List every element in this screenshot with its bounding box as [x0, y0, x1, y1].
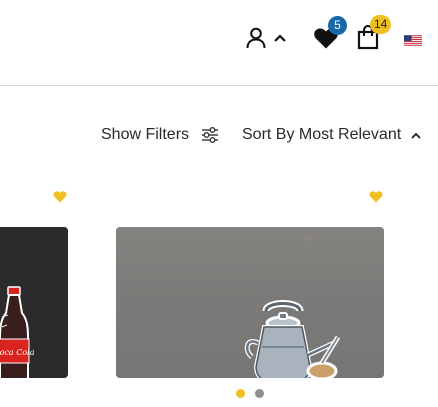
- carousel-dot-2[interactable]: [255, 389, 264, 398]
- account-menu[interactable]: [246, 25, 292, 51]
- product-card-image[interactable]: [116, 227, 384, 378]
- product-wishlist-heart-icon[interactable]: [53, 190, 67, 203]
- wishlist-count-badge: 5: [328, 16, 347, 35]
- coca-cola-bottle-sticker-image: Coca Cola: [0, 227, 68, 378]
- svg-text:Coca Cola: Coca Cola: [0, 348, 35, 357]
- show-filters-button[interactable]: Show Filters: [101, 124, 219, 146]
- chevron-up-icon: [411, 132, 421, 139]
- show-filters-label: Show Filters: [101, 126, 190, 143]
- site-header: 5 14: [0, 0, 438, 86]
- sort-dropdown[interactable]: Sort By Most Relevant: [242, 124, 421, 146]
- carousel-dot-1[interactable]: [236, 389, 245, 398]
- cart-count-badge: 14: [370, 15, 392, 34]
- product-wishlist-heart-icon[interactable]: [369, 190, 383, 203]
- chevron-up-icon: [274, 34, 286, 42]
- us-flag-icon[interactable]: [404, 35, 422, 46]
- product-card-image[interactable]: Coca Cola: [0, 227, 68, 378]
- kettle-sticker-image: [244, 235, 341, 378]
- carousel-pagination: [236, 389, 264, 398]
- sort-label: Sort By Most Relevant: [242, 126, 402, 143]
- user-icon: [246, 27, 266, 49]
- filter-sliders-icon: [202, 127, 219, 143]
